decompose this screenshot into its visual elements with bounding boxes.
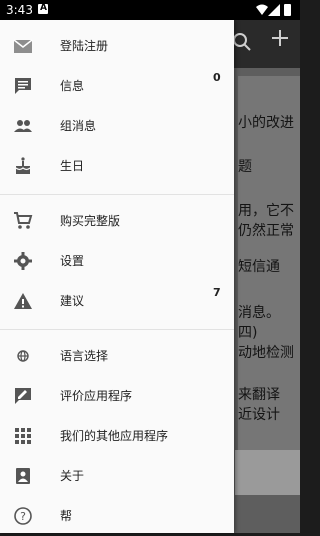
about-icon <box>16 468 30 484</box>
drawer-item-other-apps[interactable]: 我们的其他应用程序 <box>0 416 234 456</box>
drawer-item-group-messages[interactable]: 组消息 <box>0 106 234 146</box>
content-line: 四) <box>238 325 258 341</box>
drawer-item-messages[interactable]: 信息 0 <box>0 66 234 106</box>
drawer-item-label: 帮 <box>60 509 73 523</box>
wifi-icon <box>256 4 268 15</box>
navigation-drawer: 登陆注册 信息 0 组消息 生日 购买完整版 设置 建议 7 语言选择 评价应用… <box>0 20 234 533</box>
drawer-item-label: 建议 <box>60 294 85 308</box>
drawer-item-label: 评价应用程序 <box>60 389 133 403</box>
drawer-group-info: 语言选择 评价应用程序 我们的其他应用程序 关于 ? 帮 <box>0 330 234 536</box>
message-icon <box>15 78 31 94</box>
rate-icon <box>15 388 31 404</box>
drawer-item-label: 我们的其他应用程序 <box>60 429 169 443</box>
content-card: 小的改进 题 用，它不 仍然正常 短信通 消息。 四) 动地检测 来翻译 近设计 <box>238 76 300 476</box>
drawer-item-buy-full[interactable]: 购买完整版 <box>0 201 234 241</box>
content-line: 近设计 <box>238 407 280 423</box>
cart-icon <box>14 212 33 229</box>
content-line: 仍然正常 <box>238 223 294 239</box>
content-line: 动地检测 <box>238 345 294 361</box>
bottom-panel <box>235 450 300 495</box>
drawer-item-label: 关于 <box>60 469 85 483</box>
drawer-item-label: 生日 <box>60 159 85 173</box>
email-icon <box>13 39 33 53</box>
status-bar: 3:43 <box>0 0 300 20</box>
drawer-item-suggestions[interactable]: 建议 7 <box>0 281 234 321</box>
drawer-item-language[interactable]: 语言选择 <box>0 336 234 376</box>
drawer-item-label: 组消息 <box>60 119 97 133</box>
suggestions-count-badge: 7 <box>213 286 221 299</box>
drawer-item-rate-app[interactable]: 评价应用程序 <box>0 376 234 416</box>
warning-icon <box>14 293 32 309</box>
drawer-item-label: 语言选择 <box>60 349 109 363</box>
drawer-item-help[interactable]: ? 帮 <box>0 496 234 536</box>
drawer-group-app: 购买完整版 设置 建议 7 <box>0 195 234 321</box>
apps-grid-icon <box>15 428 31 444</box>
globe-icon <box>17 350 29 362</box>
drawer-group-account: 登陆注册 信息 0 组消息 生日 <box>0 20 234 186</box>
group-icon <box>14 120 32 132</box>
content-line: 小的改进 <box>238 115 294 131</box>
drawer-item-about[interactable]: 关于 <box>0 456 234 496</box>
notification-a-icon <box>38 3 48 14</box>
content-line: 题 <box>238 159 252 175</box>
drawer-item-label: 登陆注册 <box>60 39 109 53</box>
content-line: 消息。 <box>238 305 280 321</box>
messages-count-badge: 0 <box>213 71 221 84</box>
add-icon[interactable] <box>270 28 290 48</box>
drawer-item-settings[interactable]: 设置 <box>0 241 234 281</box>
battery-icon <box>284 4 291 16</box>
drawer-item-birthday[interactable]: 生日 <box>0 146 234 186</box>
svg-text:?: ? <box>20 510 26 523</box>
search-icon[interactable] <box>232 32 252 52</box>
content-line: 来翻译 <box>238 387 280 403</box>
drawer-item-label: 信息 <box>60 79 85 93</box>
content-line: 用，它不 <box>238 203 294 219</box>
cake-icon <box>15 157 31 174</box>
help-icon: ? <box>14 507 32 525</box>
signal-icon <box>268 4 280 16</box>
drawer-item-login[interactable]: 登陆注册 <box>0 26 234 66</box>
gear-icon <box>14 252 32 270</box>
status-time: 3:43 <box>6 3 33 17</box>
content-line: 短信通 <box>238 259 280 275</box>
drawer-item-label: 购买完整版 <box>60 214 121 228</box>
drawer-item-label: 设置 <box>60 254 85 268</box>
